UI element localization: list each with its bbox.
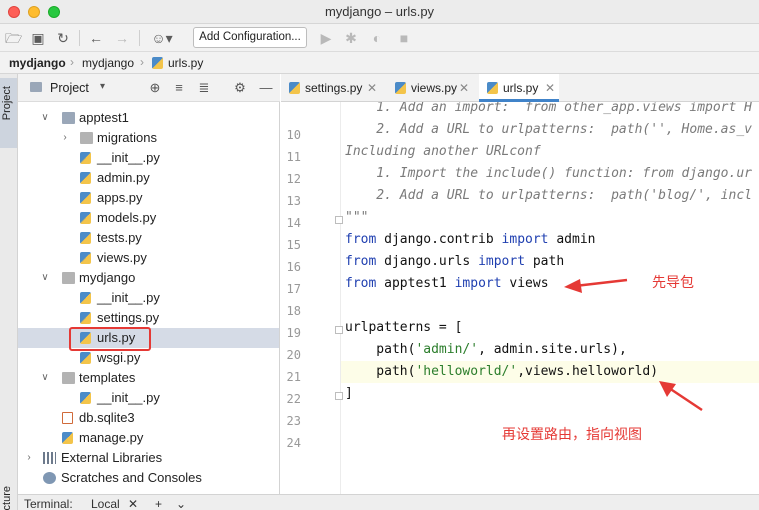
terminal-tab-local[interactable]: Local bbox=[91, 497, 120, 510]
terminal-bar: Terminal: Local ✕ + ⌄ bbox=[18, 494, 759, 510]
terminal-label[interactable]: Terminal: bbox=[24, 497, 73, 510]
close-tab-icon[interactable]: ✕ bbox=[128, 497, 138, 510]
route-arrow bbox=[659, 381, 703, 412]
chevron-down-icon[interactable]: ⌄ bbox=[176, 497, 186, 510]
add-terminal-button[interactable]: + bbox=[155, 497, 162, 510]
annotation-arrows bbox=[564, 278, 703, 412]
import-arrow bbox=[564, 278, 628, 293]
import-annotation: 先导包 bbox=[652, 274, 694, 290]
route-annotation: 再设置路由，指向视图 bbox=[502, 426, 642, 442]
